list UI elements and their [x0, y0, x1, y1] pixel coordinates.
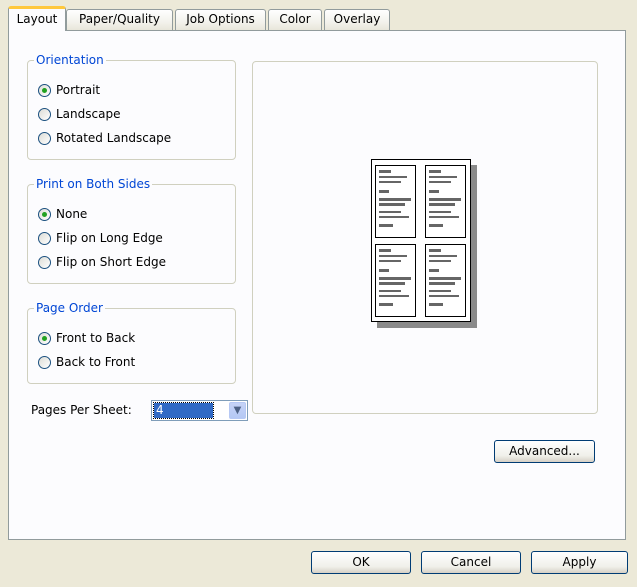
radio-label: Front to Back [56, 331, 136, 345]
radio-flip-short-edge[interactable]: Flip on Short Edge [38, 253, 166, 271]
radio-icon [38, 131, 51, 145]
radio-label: None [56, 207, 88, 221]
orientation-title: Orientation [34, 53, 106, 67]
radio-label: Back to Front [56, 355, 136, 369]
both-sides-title: Print on Both Sides [34, 177, 153, 191]
radio-selected-icon [38, 83, 51, 97]
radio-selected-icon [38, 207, 51, 221]
radio-none[interactable]: None [38, 205, 87, 223]
radio-rotated-landscape[interactable]: Rotated Landscape [38, 129, 171, 147]
apply-button[interactable]: Apply [531, 551, 628, 574]
radio-back-to-front[interactable]: Back to Front [38, 353, 135, 371]
advanced-button[interactable]: Advanced... [494, 440, 595, 463]
pages-per-sheet-label: Pages Per Sheet: [31, 403, 132, 417]
layout-preview [252, 61, 598, 414]
pages-per-sheet-select[interactable]: 4 ▼ [151, 400, 248, 421]
mini-page [425, 165, 466, 238]
radio-front-to-back[interactable]: Front to Back [38, 329, 135, 347]
radio-icon [38, 107, 51, 121]
radio-label: Rotated Landscape [56, 131, 172, 145]
page-order-title: Page Order [34, 301, 105, 315]
radio-icon [38, 255, 51, 269]
radio-icon [38, 355, 51, 369]
radio-portrait[interactable]: Portrait [38, 81, 100, 99]
tab-job-options[interactable]: Job Options [175, 9, 266, 30]
ok-button[interactable]: OK [311, 551, 411, 574]
radio-selected-icon [38, 331, 51, 345]
tab-overlay[interactable]: Overlay [324, 9, 390, 30]
tab-layout[interactable]: Layout [8, 6, 66, 31]
mini-page [375, 165, 416, 238]
preview-sheet [371, 159, 471, 322]
mini-page [425, 244, 466, 317]
cancel-button[interactable]: Cancel [421, 551, 521, 574]
radio-label: Portrait [56, 83, 101, 97]
tab-color[interactable]: Color [268, 9, 322, 30]
radio-label: Landscape [56, 107, 121, 121]
radio-landscape[interactable]: Landscape [38, 105, 120, 123]
radio-flip-long-edge[interactable]: Flip on Long Edge [38, 229, 163, 247]
orientation-group: Orientation Portrait Landscape Rotated L… [27, 53, 236, 160]
chevron-down-icon[interactable]: ▼ [229, 402, 246, 419]
radio-icon [38, 231, 51, 245]
pages-per-sheet-value: 4 [153, 402, 214, 419]
print-both-sides-group: Print on Both Sides None Flip on Long Ed… [27, 177, 236, 284]
radio-label: Flip on Long Edge [56, 231, 163, 245]
tab-paper-quality[interactable]: Paper/Quality [66, 9, 173, 30]
mini-page [375, 244, 416, 317]
page-order-group: Page Order Front to Back Back to Front [27, 301, 236, 384]
radio-label: Flip on Short Edge [56, 255, 166, 269]
layout-tab-panel: Orientation Portrait Landscape Rotated L… [8, 30, 626, 540]
